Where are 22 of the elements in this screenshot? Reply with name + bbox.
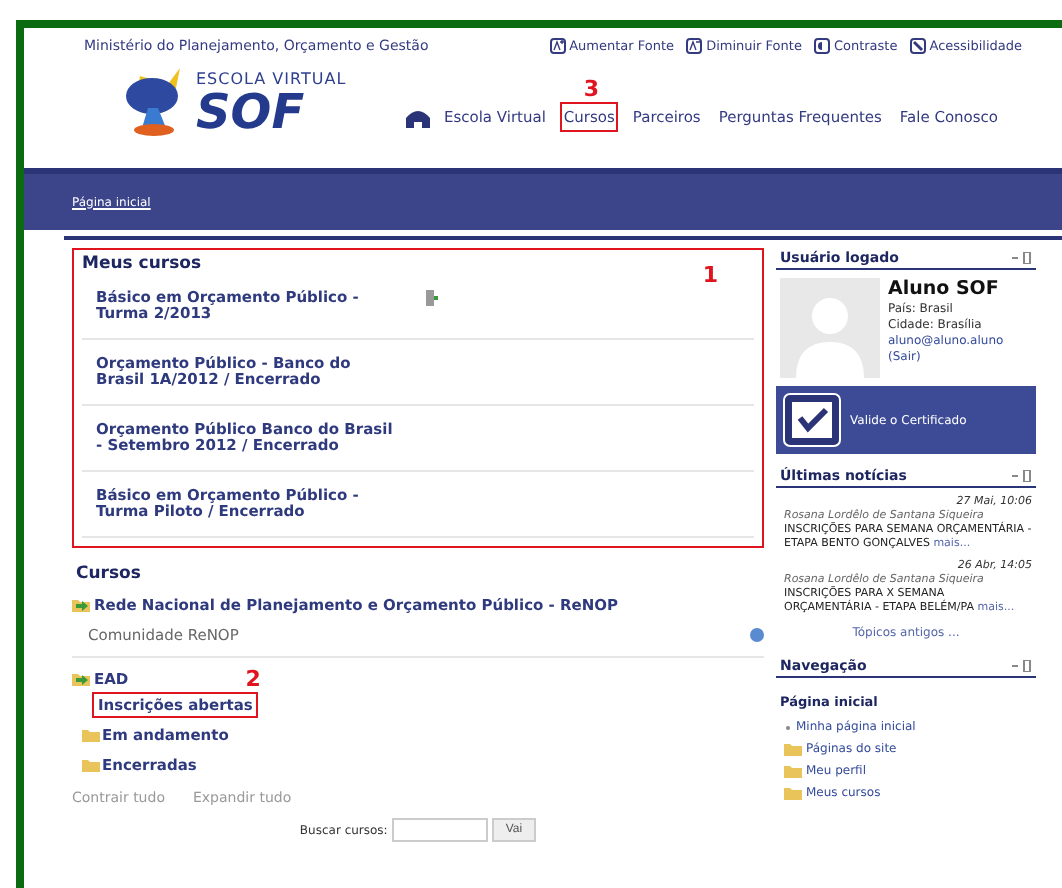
block-controls-icon[interactable] [1012, 252, 1032, 264]
user-name: Aluno SOF [888, 278, 1001, 302]
contrast-icon [813, 38, 830, 54]
block-controls-icon[interactable] [1012, 470, 1032, 482]
callout-number: 2 [245, 666, 261, 692]
logo-subtitle: ESCOLA VIRTUAL [196, 69, 347, 87]
bullet-icon [784, 723, 792, 731]
callout-number: 1 [702, 262, 718, 288]
logo-text: SOF [196, 87, 305, 135]
accessibility-icon [909, 38, 926, 54]
enter-icon [424, 290, 440, 306]
callout-number: 3 [583, 76, 600, 102]
checkmark-stamp-icon [782, 392, 842, 448]
folder-arrow-icon [72, 672, 92, 686]
font-increase-icon [549, 38, 566, 54]
search-field[interactable] [391, 818, 488, 842]
home-icon[interactable] [405, 107, 430, 127]
block-controls-icon[interactable] [1012, 660, 1032, 672]
section-title: Cursos [76, 564, 143, 584]
folder-arrow-icon [72, 598, 92, 612]
font-decrease-icon [686, 38, 703, 54]
info-icon [750, 628, 764, 642]
